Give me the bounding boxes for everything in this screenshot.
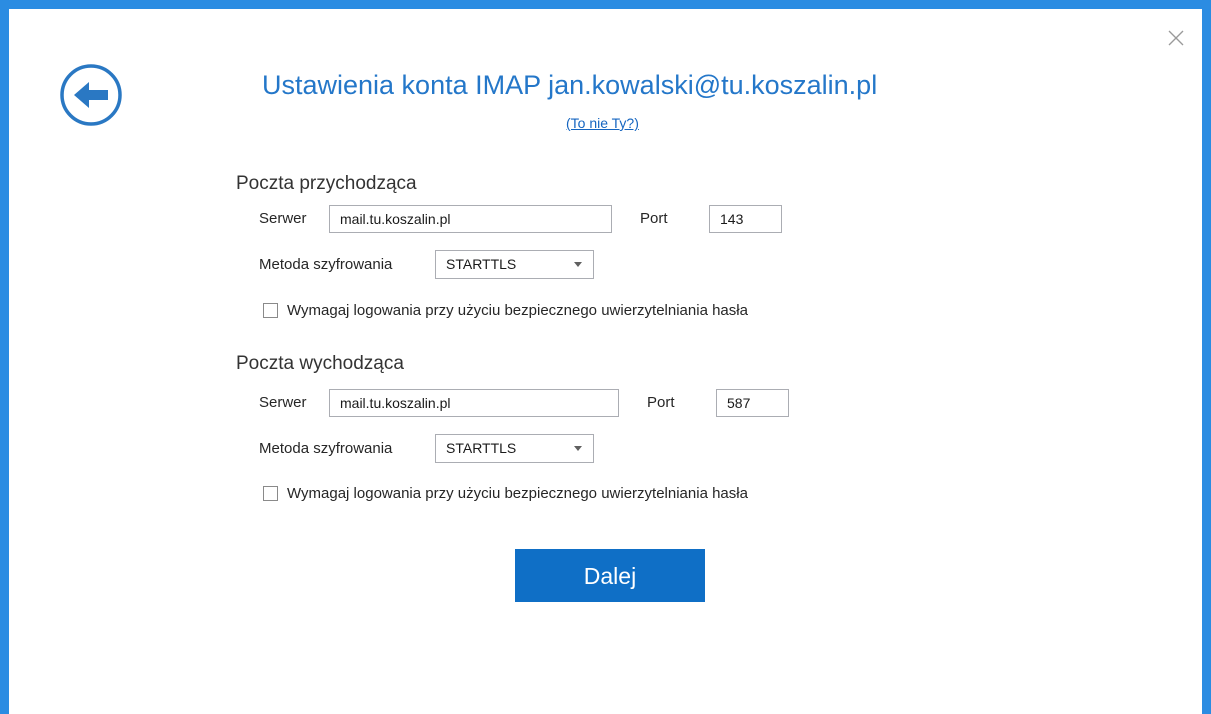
incoming-spa-checkbox[interactable] [263,303,278,318]
incoming-port-label: Port [640,210,668,227]
outgoing-spa-checkbox[interactable] [263,486,278,501]
outgoing-port-input[interactable] [716,389,789,417]
incoming-spa-label[interactable]: Wymagaj logowania przy użyciu bezpieczne… [287,302,748,319]
outgoing-encryption-value: STARTTLS [446,440,517,456]
outgoing-encryption-select[interactable]: STARTTLS [435,434,594,463]
incoming-encryption-label: Metoda szyfrowania [259,256,393,273]
back-arrow-icon[interactable] [59,63,123,127]
outgoing-heading: Poczta wychodząca [236,353,404,374]
incoming-encryption-select[interactable]: STARTTLS [435,250,594,279]
outgoing-encryption-label: Metoda szyfrowania [259,440,393,457]
dialog-window [0,0,1211,714]
chevron-down-icon [574,446,582,451]
chevron-down-icon [574,262,582,267]
incoming-encryption-value: STARTTLS [446,256,517,272]
not-you-link[interactable]: (To nie Ty?) [566,115,639,131]
incoming-heading: Poczta przychodząca [236,173,417,194]
incoming-server-label: Serwer [259,210,307,227]
outgoing-port-label: Port [647,394,675,411]
page-title: Ustawienia konta IMAP jan.kowalski@tu.ko… [262,70,878,100]
close-icon[interactable] [1166,28,1186,48]
incoming-server-input[interactable] [329,205,612,233]
outgoing-server-label: Serwer [259,394,307,411]
incoming-port-input[interactable] [709,205,782,233]
outgoing-spa-label[interactable]: Wymagaj logowania przy użyciu bezpieczne… [287,485,748,502]
outgoing-server-input[interactable] [329,389,619,417]
next-button[interactable]: Dalej [515,549,705,602]
